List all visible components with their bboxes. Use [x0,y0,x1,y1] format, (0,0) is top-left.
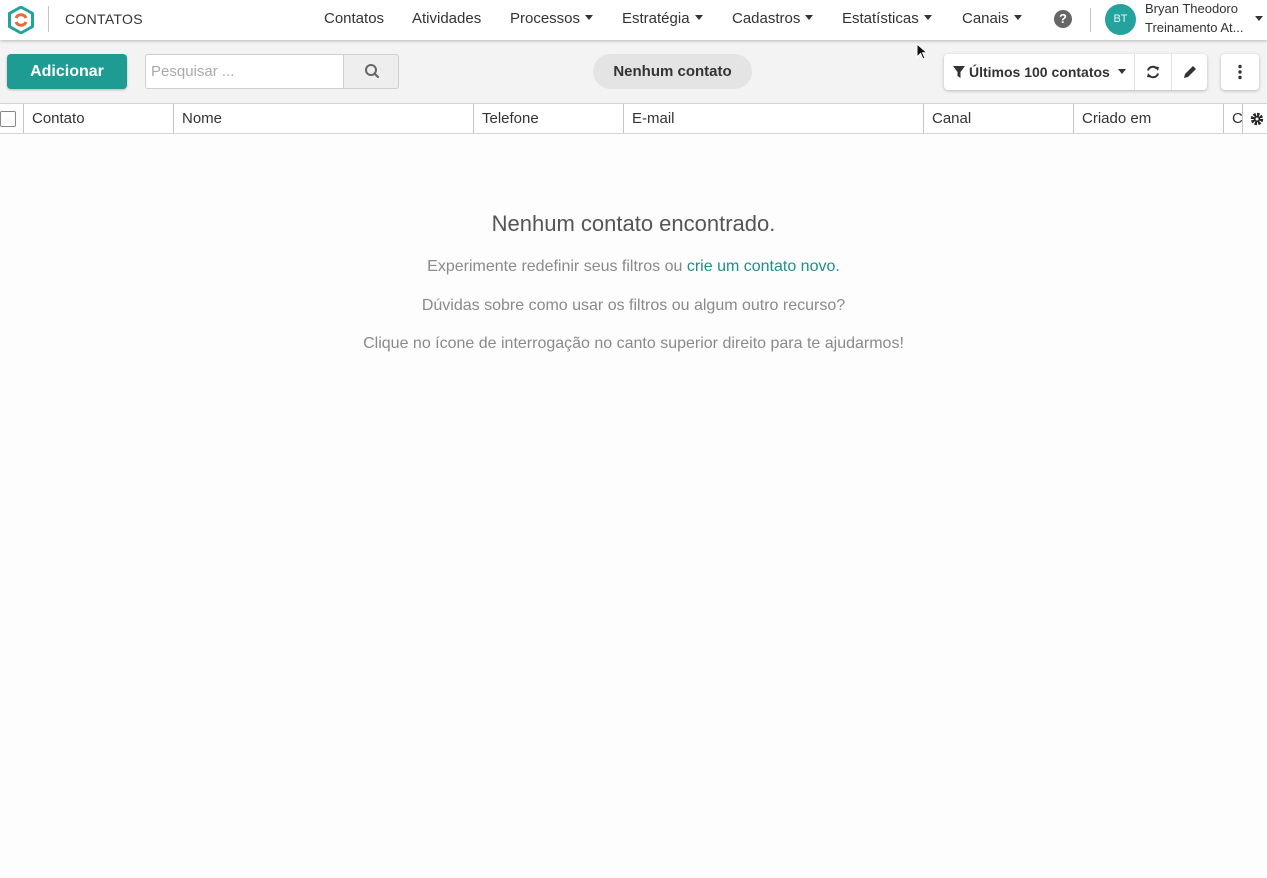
contact-count-badge: Nenhum contato [593,54,752,89]
caret-down-icon [1117,69,1126,74]
user-menu-caret-icon[interactable] [1255,16,1263,21]
search-button[interactable] [343,54,399,89]
empty-state-help-instruction: Clique no ícone de interrogação no canto… [363,335,904,352]
avatar[interactable]: BT [1105,4,1136,35]
edit-button[interactable] [1172,54,1208,90]
top-navbar: CONTATOS Contatos Atividades Processos E… [0,0,1267,40]
select-all-cell [0,104,24,133]
nav-item-atividades[interactable]: Atividades [412,10,481,27]
vertical-ellipsis-icon [1238,64,1242,80]
nav-item-contatos[interactable]: Contatos [324,10,384,27]
gear-icon [1250,112,1264,126]
question-circle-icon[interactable]: ? [1054,10,1072,28]
column-header-canal[interactable]: Canal [924,104,1074,133]
filter-button-group: Últimos 100 contatos [944,54,1207,90]
caret-down-icon [585,15,594,20]
empty-state-hint: Experimente redefinir seus filtros ou cr… [427,258,840,275]
select-all-checkbox[interactable] [0,111,16,127]
column-settings-button[interactable] [1242,104,1267,133]
filter-icon [953,66,965,78]
caret-down-icon [694,15,703,20]
empty-state-title: Nenhum contato encontrado. [491,211,776,236]
app-logo-icon[interactable] [7,6,35,34]
caret-down-icon [805,15,814,20]
search-icon [365,64,380,79]
column-header-nome[interactable]: Nome [174,104,474,133]
user-divider [1090,8,1091,32]
search-input[interactable] [145,54,344,89]
toolbar: Adicionar Nenhum contato Últimos 100 con… [0,40,1267,103]
refresh-button[interactable] [1135,54,1171,90]
caret-down-icon [923,15,932,20]
column-header-telefone[interactable]: Telefone [474,104,624,133]
add-button[interactable]: Adicionar [7,54,127,89]
column-header-contato[interactable]: Contato [24,104,174,133]
caret-down-icon [1013,15,1022,20]
logo-divider [48,6,49,32]
column-header-email[interactable]: E-mail [624,104,924,133]
table-header: Contato Nome Telefone E-mail Canal Criad… [0,103,1267,134]
nav-item-processos[interactable]: Processos [510,10,594,27]
nav-item-canais[interactable]: Canais [962,10,1022,27]
page-title: CONTATOS [65,11,143,27]
mouse-cursor-icon [916,43,928,60]
nav-item-estatisticas[interactable]: Estatísticas [842,10,932,27]
filter-dropdown-button[interactable]: Últimos 100 contatos [944,54,1134,90]
user-name[interactable]: Bryan Theodoro [1145,1,1238,16]
pencil-icon [1184,66,1196,78]
nav-item-cadastros[interactable]: Cadastros [732,10,814,27]
refresh-icon [1147,65,1159,79]
nav-item-estrategia[interactable]: Estratégia [622,10,703,27]
empty-state-help-question: Dúvidas sobre como usar os filtros ou al… [421,297,846,314]
user-organization[interactable]: Treinamento At... [1145,20,1244,35]
more-options-button[interactable] [1221,54,1259,90]
column-header-criado-em[interactable]: Criado em [1074,104,1224,133]
create-contact-link[interactable]: crie um contato novo [687,258,836,275]
